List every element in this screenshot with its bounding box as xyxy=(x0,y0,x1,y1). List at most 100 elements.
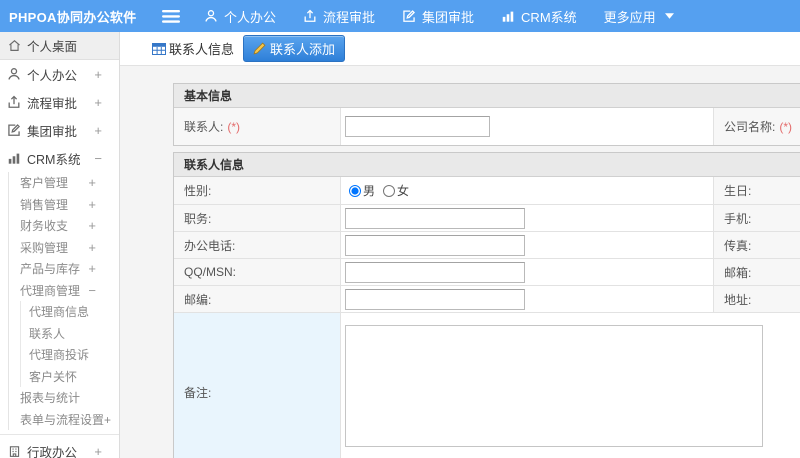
field-label-cell: 职务: xyxy=(174,204,341,231)
radio-option-label: 女 xyxy=(397,184,410,198)
topbar-menu-label: CRM系统 xyxy=(521,9,577,25)
gender-radio[interactable] xyxy=(349,184,361,197)
sidebar-item-workflow-approval[interactable]: 流程审批 + xyxy=(0,88,119,116)
topbar-menu-label: 个人办公 xyxy=(224,9,277,25)
sidebar-item-label: 表单与流程设置+ xyxy=(20,412,112,427)
gender-option[interactable]: 女 xyxy=(383,182,409,199)
expand-plus-icon[interactable]: + xyxy=(94,95,119,110)
zip-code-input[interactable] xyxy=(345,288,525,310)
sidebar-item-label: 产品与库存 xyxy=(20,262,81,277)
field-label: 性别: xyxy=(184,184,212,198)
radio-option-label: 男 xyxy=(363,184,376,198)
field-right-label: 邮箱: xyxy=(724,265,752,280)
sidebar-item-label: 代理商管理 xyxy=(20,283,81,298)
contact-form: 基本信息 联系人: (*) 公司名称: (*) 联系人信息 性别: 男女生日: 职务: 手机: 办公… xyxy=(173,83,800,458)
notes-textarea[interactable] xyxy=(345,325,763,447)
pencil-icon xyxy=(253,42,266,55)
approval-flow-icon xyxy=(7,95,21,109)
sidebar-item-label: 采购管理 xyxy=(20,240,69,255)
gender-option[interactable]: 男 xyxy=(349,182,375,199)
sidebar-item-label: 集团审批 xyxy=(27,124,78,139)
edit-square-icon xyxy=(7,123,21,137)
sidebar-item-contacts[interactable]: 联系人 xyxy=(29,323,119,345)
field-right-label-cell: 生日: xyxy=(713,177,800,204)
tab-bar: 联系人信息 联系人添加 xyxy=(120,32,800,66)
tab-contact-info[interactable]: 联系人信息 xyxy=(152,39,234,58)
sidebar-item-label: 报表与统计 xyxy=(20,391,81,406)
field-right-label: 地址: xyxy=(724,292,752,307)
sidebar-item-finance[interactable]: 财务收支 + xyxy=(20,215,119,237)
sidebar-item-personal-desktop[interactable]: 个人桌面 xyxy=(0,32,119,60)
sidebar-item-reports-stats[interactable]: 报表与统计 xyxy=(20,387,119,409)
sidebar-item-agent-mgmt[interactable]: 代理商管理 − xyxy=(20,280,119,302)
office-phone-input[interactable] xyxy=(345,234,525,256)
topbar-menu-group-approval[interactable]: 集团审批 xyxy=(402,7,474,26)
sidebar-divider xyxy=(0,434,119,435)
form-row: 邮编: 地址: xyxy=(174,285,800,312)
topbar-menu-more-apps[interactable]: 更多应用 xyxy=(604,7,674,26)
home-icon xyxy=(7,39,21,52)
field-label: 联系人: xyxy=(184,120,224,134)
field-right-label: 手机: xyxy=(724,211,752,226)
sidebar-item-purchase-mgmt[interactable]: 采购管理 + xyxy=(20,237,119,259)
topbar-menu-label: 流程审批 xyxy=(323,9,376,25)
expand-plus-icon[interactable]: + xyxy=(94,123,119,138)
expand-plus-icon[interactable]: + xyxy=(88,197,119,212)
field-label: 办公电话: xyxy=(184,238,236,253)
contact-name-input[interactable] xyxy=(345,116,490,137)
sidebar-item-form-flow-settings[interactable]: 表单与流程设置+ xyxy=(20,409,119,431)
sidebar-item-label: 代理商投诉 xyxy=(29,348,90,363)
sidebar-item-crm-system[interactable]: CRM系统 − xyxy=(0,144,119,172)
field-label: 职务: xyxy=(184,211,212,226)
tab-contact-add[interactable]: 联系人添加 xyxy=(243,35,346,62)
sidebar-item-admin-office[interactable]: 行政办公 + xyxy=(0,437,119,458)
sidebar-item-sales-mgmt[interactable]: 销售管理 + xyxy=(20,194,119,216)
collapse-minus-icon[interactable]: − xyxy=(88,283,119,298)
topbar-menu-crm-system[interactable]: CRM系统 xyxy=(501,7,577,26)
field-label: 备注: xyxy=(184,386,212,400)
field-input-cell xyxy=(341,285,713,312)
sidebar-group-agent-mgmt: 代理商信息 联系人代理商投诉客户关怀 xyxy=(20,301,119,387)
topbar-menu-personal-office[interactable]: 个人办公 xyxy=(204,7,276,26)
field-right-label-cell: 地址: xyxy=(713,285,800,312)
sidebar-item-customer-care[interactable]: 客户关怀 xyxy=(29,366,119,388)
page: PHPOA协同办公软件 个人办公 流程审批 集团审批 CRM系统 更多应用 个人桌面 个人… xyxy=(0,0,800,458)
expand-plus-icon[interactable]: + xyxy=(88,240,119,255)
form-row: QQ/MSN: 邮箱: xyxy=(174,258,800,285)
sidebar-item-personal-office[interactable]: 个人办公 + xyxy=(0,60,119,88)
edit-square-icon xyxy=(402,9,416,23)
form-section-1: 联系人信息性别: 男 女 生日: 职务: 手机: 办公电话: 传真: QQ/MSN: 邮箱: 邮编:… xyxy=(173,152,800,458)
field-right-label-cell: 邮箱: xyxy=(713,258,800,285)
sidebar-item-product-inventory[interactable]: 产品与库存 + xyxy=(20,258,119,280)
expand-plus-icon[interactable]: + xyxy=(88,175,119,190)
qq-msn-input[interactable] xyxy=(345,261,525,283)
hamburger-menu-icon[interactable] xyxy=(162,9,180,23)
topbar-menu-workflow-approval[interactable]: 流程审批 xyxy=(303,7,375,26)
field-input-cell xyxy=(341,258,713,285)
field-right-label-cell: 传真: xyxy=(713,231,800,258)
field-input-cell xyxy=(341,312,800,458)
form-row: 办公电话: 传真: xyxy=(174,231,800,258)
user-icon xyxy=(204,9,218,23)
sidebar-item-agent-info[interactable]: 代理商信息 xyxy=(29,301,119,323)
sidebar-item-label: 客户关怀 xyxy=(29,369,78,384)
sidebar-item-customer-mgmt[interactable]: 客户管理 + xyxy=(20,172,119,194)
form-row: 联系人: (*) 公司名称: (*) xyxy=(174,108,800,145)
sidebar-item-agent-complaints[interactable]: 代理商投诉 xyxy=(29,344,119,366)
position-input[interactable] xyxy=(345,207,525,229)
gender-radio[interactable] xyxy=(383,184,396,197)
expand-plus-icon[interactable]: + xyxy=(88,261,119,276)
section-title: 联系人信息 xyxy=(174,153,800,177)
field-label-cell: 备注: xyxy=(174,312,341,458)
sidebar-item-group-approval[interactable]: 集团审批 + xyxy=(0,116,119,144)
expand-plus-icon[interactable]: + xyxy=(88,218,119,233)
field-right-label-cell: 手机: xyxy=(713,204,800,231)
field-right-label: 传真: xyxy=(724,238,752,253)
expand-plus-icon[interactable]: + xyxy=(94,67,119,82)
field-right-label: 生日: xyxy=(724,184,752,198)
field-label-cell: 邮编: xyxy=(174,285,341,312)
form-row: 备注: xyxy=(174,312,800,458)
collapse-minus-icon[interactable]: − xyxy=(94,151,119,166)
expand-plus-icon[interactable]: + xyxy=(94,444,119,458)
chart-icon xyxy=(501,9,515,23)
